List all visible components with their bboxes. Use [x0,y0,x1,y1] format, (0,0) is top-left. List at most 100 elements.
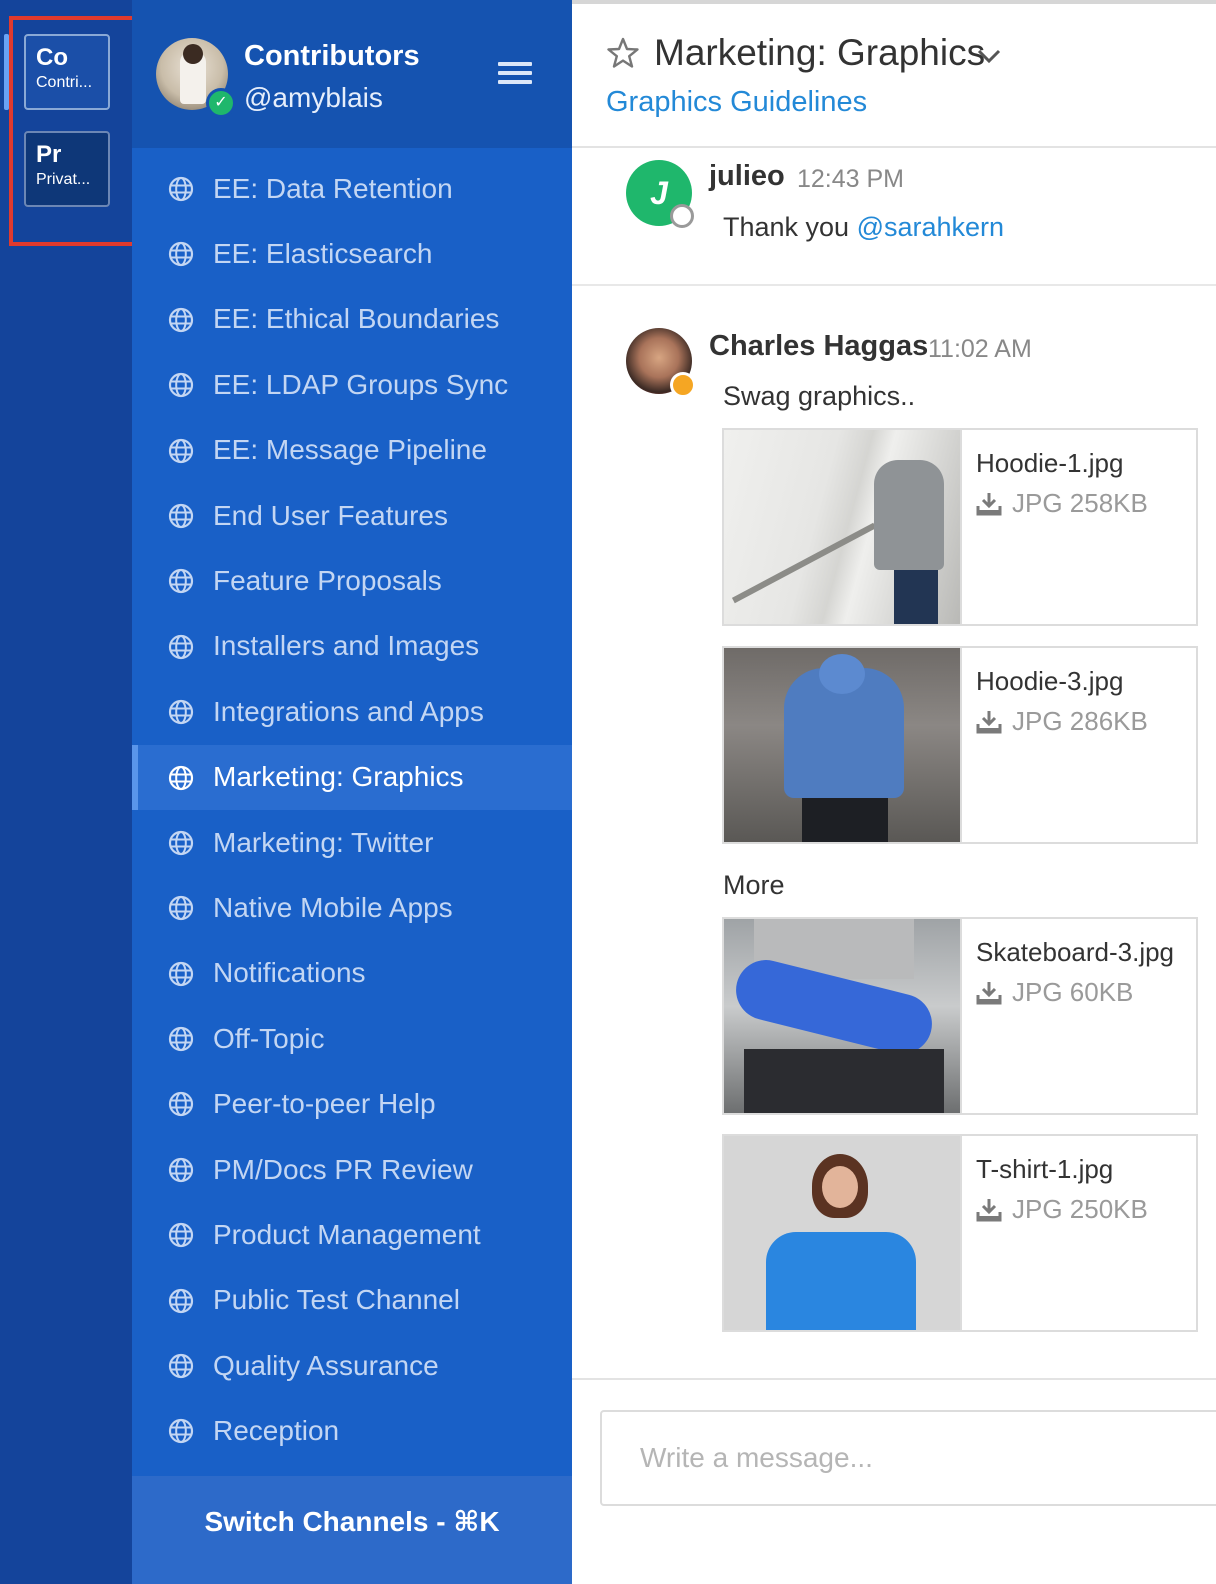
sidebar-channel-label: EE: Ethical Boundaries [213,303,500,335]
file-meta: JPG 286KB [1012,706,1148,736]
file-thumbnail[interactable] [724,430,962,624]
sidebar-channel-label: Installers and Images [213,630,480,662]
sidebar-channel-item[interactable]: EE: Message Pipeline [132,418,572,483]
sidebar-channel-item[interactable]: Peer-to-peer Help [132,1071,572,1136]
post-time[interactable]: 11:02 AM [928,335,1032,364]
channel-header: Marketing: Graphics Graphics Guidelines [572,4,1216,148]
post-text-more: More [723,870,785,900]
download-icon[interactable] [976,1198,1002,1222]
globe-icon [168,1222,194,1248]
post-text: Thank you @sarahkern [723,212,1004,243]
post-time[interactable]: 12:43 PM [797,165,904,194]
file-thumbnail[interactable] [724,919,962,1113]
globe-icon [168,438,194,464]
sidebar-channel-label: Marketing: Twitter [213,826,434,858]
chevron-down-icon[interactable] [976,46,1002,66]
sidebar-channel-item[interactable]: Product Management [132,1202,572,1267]
file-name[interactable]: Hoodie-3.jpg [976,666,1123,697]
sidebar-channel-item[interactable]: PM/Docs PR Review [132,1137,572,1202]
away-status-icon [670,204,694,228]
channel-title[interactable]: Marketing: Graphics [654,32,985,74]
hamburger-menu-icon[interactable] [498,62,532,90]
globe-icon [168,895,194,921]
composer-separator [572,1378,1216,1380]
sidebar-channel-item[interactable]: End User Features [132,483,572,548]
main-content: Marketing: Graphics Graphics Guidelines … [572,0,1216,1584]
team-name: Contributors [244,40,420,72]
sidebar-channel-item[interactable]: Integrations and Apps [132,679,572,744]
sidebar-channel-label: Product Management [213,1218,481,1250]
sidebar-channel-label: EE: Message Pipeline [213,434,487,466]
sidebar-channel-label: End User Features [213,499,448,531]
file-attachment[interactable]: T-shirt-1.jpg JPG 250KB [722,1134,1198,1332]
sidebar-channel-item[interactable]: EE: Data Retention [132,156,572,221]
sidebar-channel-item[interactable]: Installers and Images [132,614,572,679]
mention-link[interactable]: @sarahkern [857,212,1004,242]
file-meta: JPG 60KB [1012,977,1134,1007]
sidebar-channel-label: Reception [213,1415,340,1447]
sidebar-channel-item[interactable]: Notifications [132,941,572,1006]
sidebar-channel-item[interactable]: Reception [132,1398,572,1463]
sidebar-channel-item[interactable]: Marketing: Graphics [132,744,572,811]
post-author[interactable]: julieo [709,160,785,193]
globe-icon [168,1091,194,1117]
sidebar-channel-label: Marketing: Graphics [213,761,464,793]
sidebar-channel-item[interactable]: Feature Proposals [132,548,572,613]
file-meta: JPG 250KB [1012,1194,1148,1224]
message-input[interactable] [600,1410,1216,1506]
file-name[interactable]: Skateboard-3.jpg [976,937,1174,968]
sidebar-channel-item[interactable]: Public Test Channel [132,1268,572,1333]
post-text: Swag graphics.. [723,381,916,411]
switch-channels-button[interactable]: Switch Channels - ⌘K [132,1476,572,1584]
star-icon[interactable] [606,36,640,70]
post-text-body: Thank you [723,212,857,242]
sidebar-channel-label: EE: LDAP Groups Sync [213,368,509,400]
sidebar-channel-label: Integrations and Apps [213,695,484,727]
sidebar-channel-item[interactable]: Off-Topic [132,1006,572,1071]
file-attachment[interactable]: Hoodie-1.jpg JPG 258KB [722,428,1198,626]
download-icon[interactable] [976,710,1002,734]
file-attachment[interactable]: Skateboard-3.jpg JPG 60KB [722,917,1198,1115]
globe-icon [168,1026,194,1052]
download-icon[interactable] [976,981,1002,1005]
sidebar-channel-label: Quality Assurance [213,1349,439,1381]
globe-icon [168,1418,194,1444]
file-name[interactable]: T-shirt-1.jpg [976,1154,1113,1185]
globe-icon [168,568,194,594]
sidebar-channel-label: Public Test Channel [213,1284,460,1316]
app: Co Contri... Pr Privat... ✓ Contributors… [0,0,1216,1584]
sidebar-header: ✓ Contributors @amyblais [132,0,572,148]
globe-icon [168,961,194,987]
avatar-figure-head [183,44,203,64]
file-name[interactable]: Hoodie-1.jpg [976,448,1123,479]
sidebar-channel-label: Native Mobile Apps [213,891,453,923]
sidebar-channel-item[interactable]: EE: LDAP Groups Sync [132,352,572,417]
username: @amyblais [244,82,383,113]
sidebar-channel-item[interactable]: EE: Elasticsearch [132,221,572,286]
globe-icon [168,699,194,725]
file-thumbnail[interactable] [724,1136,962,1330]
file-attachment[interactable]: Hoodie-3.jpg JPG 286KB [722,646,1198,844]
sidebar-channel-label: PM/Docs PR Review [213,1153,473,1185]
globe-icon [168,176,194,202]
globe-icon [168,1157,194,1183]
channel-purpose-link[interactable]: Graphics Guidelines [606,86,867,119]
channel-list: EE: Data Retention EE: Elasticsearch EE: E… [132,156,572,1464]
file-thumbnail[interactable] [724,648,962,842]
highlight-annotation-box [9,16,146,246]
sidebar-channel-label: EE: Data Retention [213,172,453,204]
sidebar-channel-label: Feature Proposals [213,565,442,597]
sidebar-channel-item[interactable]: Quality Assurance [132,1333,572,1398]
globe-icon [168,830,194,856]
globe-icon [168,765,194,791]
sidebar-channel-label: EE: Elasticsearch [213,238,433,270]
post-author[interactable]: Charles Haggas [709,330,928,363]
sidebar-channel-item[interactable]: Native Mobile Apps [132,875,572,940]
download-icon[interactable] [976,492,1002,516]
globe-icon [168,372,194,398]
file-meta: JPG 258KB [1012,488,1148,518]
online-status-icon: ✓ [206,88,236,118]
sidebar-channel-item[interactable]: EE: Ethical Boundaries [132,287,572,352]
sidebar-channel-item[interactable]: Marketing: Twitter [132,810,572,875]
globe-icon [168,634,194,660]
